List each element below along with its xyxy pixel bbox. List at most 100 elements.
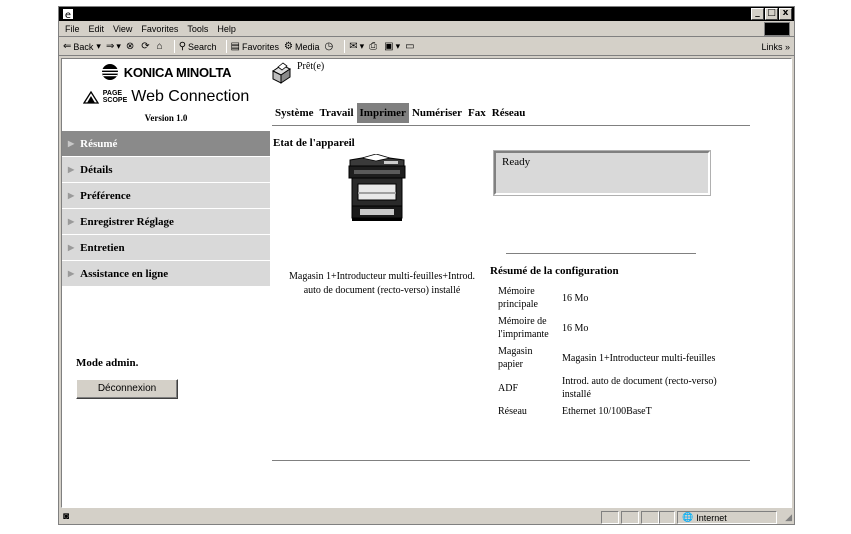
zone-label: Internet <box>696 512 727 523</box>
print-icon: ⎙ <box>369 41 378 52</box>
config-value: 16 Mo <box>562 292 589 304</box>
dropdown-arrow-icon: ▾ <box>116 41 121 51</box>
menu-bar: File Edit View Favorites Tools Help <box>59 21 794 37</box>
forward-button[interactable]: ⇒ ▾ <box>106 41 121 52</box>
sidebar-item-online-help[interactable]: ▶ Assistance en ligne <box>62 261 270 287</box>
device-caption: Magasin 1+Introducteur multi-feuilles+In… <box>289 271 475 296</box>
menu-favorites[interactable]: Favorites <box>141 24 178 34</box>
stop-button[interactable]: ⊗ <box>126 41 136 52</box>
config-value: Magasin 1+Introducteur multi-feuilles <box>562 352 716 364</box>
links-button[interactable]: Links » <box>761 42 790 52</box>
page-done-icon: ◙ <box>63 511 70 522</box>
sidebar-item-preference[interactable]: ▶ Préférence <box>62 183 270 209</box>
sidebar-item-resume[interactable]: ▶ Résumé <box>62 131 270 157</box>
mail-button[interactable]: ✉ ▾ <box>349 41 364 52</box>
tab-systeme[interactable]: Système <box>272 103 317 123</box>
maximize-button[interactable]: □ <box>765 8 778 20</box>
history-button[interactable]: ◷ <box>325 41 336 52</box>
table-row: Magasin papier Magasin 1+Introducteur mu… <box>496 343 720 373</box>
back-button[interactable]: ⇐ Back ▾ <box>63 41 101 52</box>
device-status: Prêt(e) <box>270 61 324 85</box>
sidebar-nav: ▶ Résumé ▶ Détails ▶ Préférence ▶ Enregi… <box>62 131 270 287</box>
close-button[interactable]: x <box>779 8 792 20</box>
main-panel: Prêt(e) Système Travail Imprimer Numéris… <box>270 59 791 507</box>
search-icon: ⚲ <box>178 41 187 52</box>
media-icon: ⚙ <box>284 41 293 52</box>
menu-edit[interactable]: Edit <box>89 24 105 34</box>
device-status-label: Prêt(e) <box>297 61 325 72</box>
home-icon: ⌂ <box>156 41 163 52</box>
tab-reseau[interactable]: Réseau <box>489 103 529 123</box>
tab-imprimer[interactable]: Imprimer <box>356 103 409 123</box>
web-connection-logo: PAGE SCOPE Web Connection <box>62 85 270 109</box>
arrow-right-icon: ▶ <box>68 217 75 226</box>
refresh-button[interactable]: ⟳ <box>141 41 151 52</box>
table-row: Mémoire principale 16 Mo <box>496 283 720 313</box>
sidebar-item-details[interactable]: ▶ Détails <box>62 157 270 183</box>
dropdown-arrow-icon: ▾ <box>395 41 401 51</box>
media-button[interactable]: ⚙ Media <box>284 41 319 52</box>
konica-minolta-globe-icon <box>101 64 118 80</box>
edit-button[interactable]: ▣ ▾ <box>384 41 400 52</box>
menu-help[interactable]: Help <box>217 24 236 34</box>
config-key: Mémoire de l'imprimante <box>498 316 549 340</box>
browser-window: e _ □ x File Edit View Favorites Tools H… <box>58 6 795 525</box>
arrow-right-icon: ▶ <box>68 243 75 252</box>
config-key: Réseau <box>498 406 527 417</box>
printer-status-icon <box>272 62 291 84</box>
config-key: ADF <box>498 382 519 394</box>
config-summary-title: Résumé de la configuration <box>490 265 619 277</box>
forward-arrow-icon: ⇒ <box>105 41 115 52</box>
minimize-button[interactable]: _ <box>751 8 764 20</box>
config-value: 16 Mo <box>562 322 589 334</box>
left-panel: KONICA MINOLTA PAGE SCOPE Web Connection… <box>62 59 270 507</box>
status-cell <box>621 511 639 524</box>
sidebar-item-maintenance[interactable]: ▶ Entretien <box>62 235 270 261</box>
status-cell <box>641 511 659 524</box>
discuss-icon: ▭ <box>405 41 415 52</box>
page-scope-icon <box>82 90 99 104</box>
search-button[interactable]: ⚲ Search <box>179 41 217 52</box>
tab-travail[interactable]: Travail <box>317 103 357 123</box>
bottom-divider <box>272 460 750 461</box>
word-icon: ▣ <box>384 41 394 52</box>
menu-tools[interactable]: Tools <box>187 24 208 34</box>
config-value: Ethernet 10/100BaseT <box>562 406 652 417</box>
toolbar-separator <box>173 40 175 53</box>
windows-logo-icon <box>764 22 790 36</box>
favorites-button[interactable]: ▤ Favorites <box>231 41 279 52</box>
refresh-icon: ⟳ <box>141 41 150 52</box>
config-key: Magasin papier <box>498 346 533 370</box>
discuss-button[interactable]: ▭ <box>405 41 416 52</box>
home-button[interactable]: ⌂ <box>157 41 165 52</box>
arrow-right-icon: ▶ <box>68 269 75 278</box>
history-icon: ◷ <box>324 41 334 52</box>
toolbar-separator <box>344 40 346 53</box>
arrow-right-icon: ▶ <box>68 139 75 148</box>
ie-logo-icon: e <box>62 8 74 20</box>
resize-grip-icon[interactable]: ◢ <box>785 512 792 523</box>
status-cell <box>659 511 675 524</box>
sidebar-item-save-settings[interactable]: ▶ Enregistrer Réglage <box>62 209 270 235</box>
page-content: KONICA MINOLTA PAGE SCOPE Web Connection… <box>61 58 792 508</box>
toolbar-separator <box>225 40 227 53</box>
tab-numeriser[interactable]: Numériser <box>409 103 465 123</box>
tab-bar: Système Travail Imprimer Numériser Fax R… <box>272 103 528 123</box>
menu-view[interactable]: View <box>113 24 132 34</box>
status-message-box: Ready <box>494 151 710 195</box>
print-button[interactable]: ⎙ <box>369 41 379 52</box>
product-name: Web Connection <box>131 88 250 105</box>
table-row: Réseau Ethernet 10/100BaseT <box>496 403 720 420</box>
menu-file[interactable]: File <box>65 24 80 34</box>
globe-icon: 🌐 <box>682 512 694 522</box>
dropdown-arrow-icon: ▾ <box>359 41 365 51</box>
company-name: KONICA MINOLTA <box>123 64 232 80</box>
konica-minolta-logo: KONICA MINOLTA <box>62 61 270 83</box>
logout-button[interactable]: Déconnexion <box>76 379 178 399</box>
table-row: Mémoire de l'imprimante 16 Mo <box>496 313 720 343</box>
printer-device-image <box>348 154 406 221</box>
config-table: Mémoire principale 16 Mo Mémoire de l'im… <box>496 283 720 420</box>
status-bar: ◙ 🌐 Internet ◢ <box>59 509 794 525</box>
tab-fax[interactable]: Fax <box>465 103 489 123</box>
admin-mode-label: Mode admin. <box>76 357 139 369</box>
